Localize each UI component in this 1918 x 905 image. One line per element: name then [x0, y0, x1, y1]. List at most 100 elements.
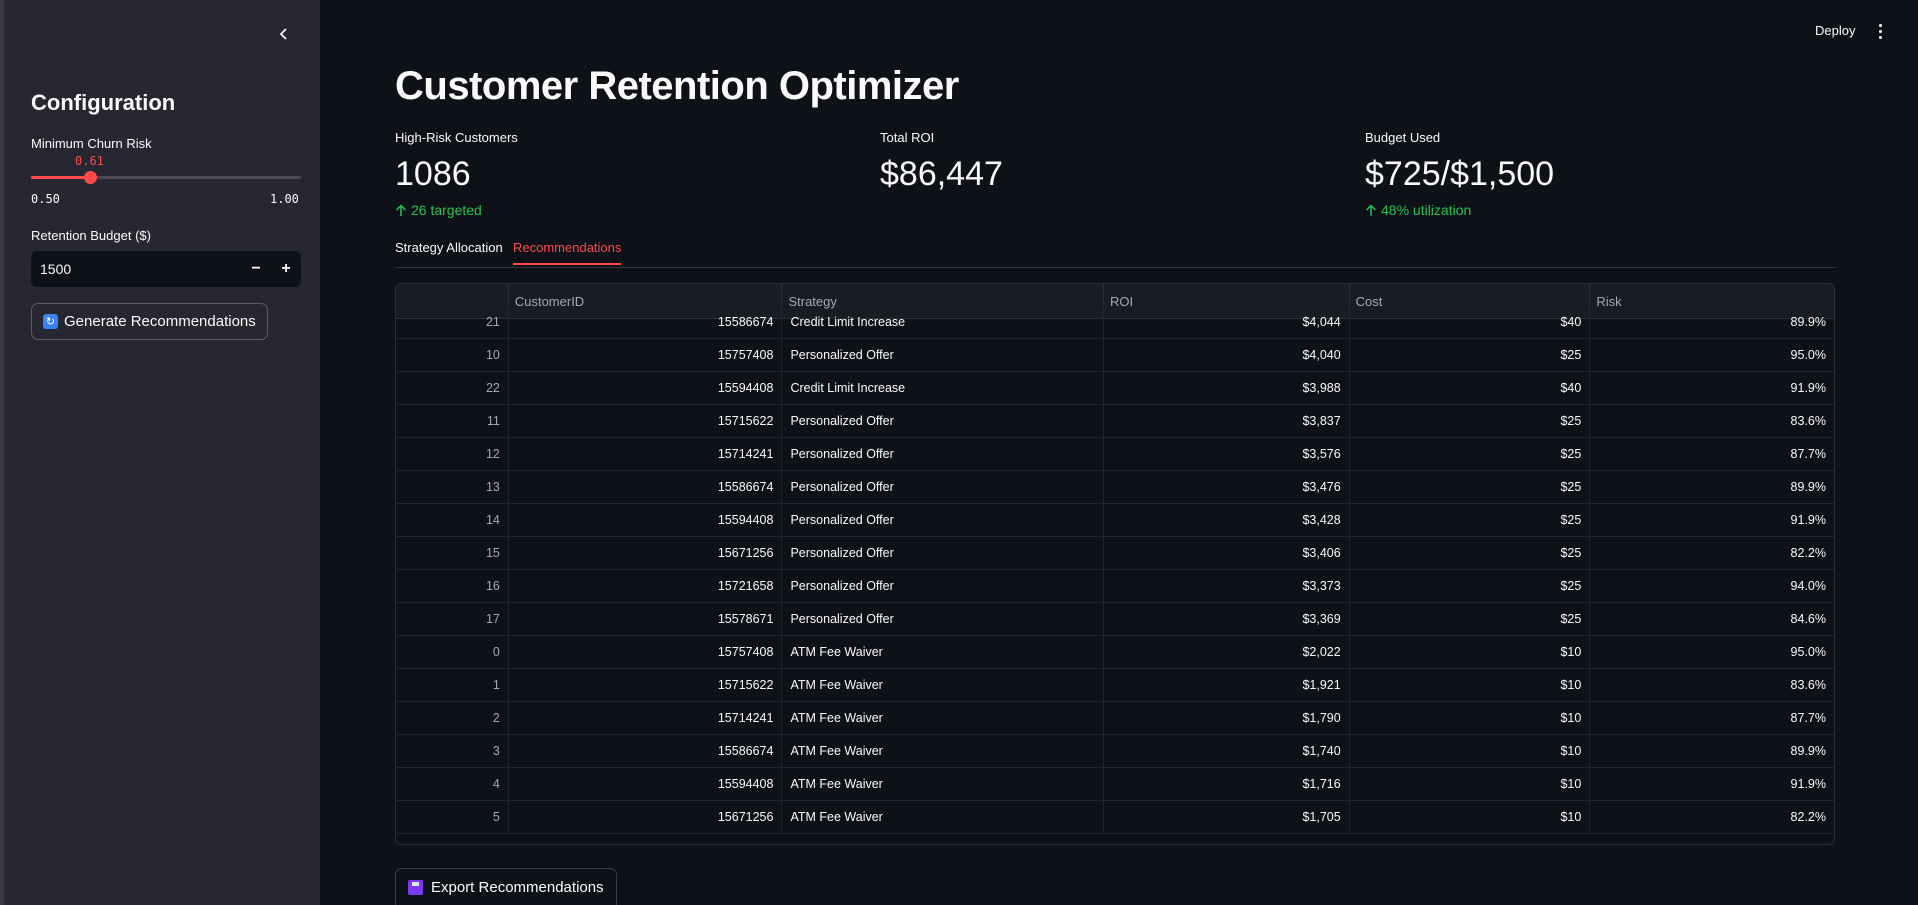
row-index[interactable]: 3	[396, 735, 509, 768]
table-row[interactable]: 5 15671256 ATM Fee Waiver $1,705 $10 82.2%	[396, 801, 1834, 834]
strategy-cell[interactable]: ATM Fee Waiver	[782, 669, 1105, 702]
row-index[interactable]: 14	[396, 504, 509, 537]
strategy-cell[interactable]: Credit Limit Increase	[782, 306, 1105, 339]
deploy-button[interactable]: Deploy	[1815, 23, 1855, 38]
customer-id-cell[interactable]: 15594408	[509, 768, 783, 801]
row-index[interactable]: 12	[396, 438, 509, 471]
customer-id-cell[interactable]: 15578671	[509, 603, 783, 636]
risk-cell[interactable]: 82.2%	[1590, 537, 1834, 570]
row-index[interactable]: 10	[396, 339, 509, 372]
customer-id-cell[interactable]: 15671256	[509, 801, 783, 834]
strategy-cell[interactable]: Personalized Offer	[782, 570, 1105, 603]
row-index[interactable]: 15	[396, 537, 509, 570]
roi-cell[interactable]: $4,040	[1104, 339, 1350, 372]
roi-cell[interactable]: $1,705	[1104, 801, 1350, 834]
strategy-cell[interactable]: ATM Fee Waiver	[782, 735, 1105, 768]
customer-id-cell[interactable]: 15586674	[509, 306, 783, 339]
strategy-cell[interactable]: Personalized Offer	[782, 504, 1105, 537]
churn-slider-thumb[interactable]	[84, 171, 98, 184]
roi-cell[interactable]: $1,716	[1104, 768, 1350, 801]
customer-id-cell[interactable]: 15714241	[509, 702, 783, 735]
row-index[interactable]: 2	[396, 702, 509, 735]
row-index[interactable]: 13	[396, 471, 509, 504]
customer-id-cell[interactable]: 15586674	[509, 471, 783, 504]
customer-id-cell[interactable]: 15715622	[509, 405, 783, 438]
risk-cell[interactable]: 89.9%	[1590, 471, 1834, 504]
customer-id-cell[interactable]: 15586674	[509, 735, 783, 768]
risk-cell[interactable]: 95.0%	[1590, 339, 1834, 372]
risk-cell[interactable]: 84.6%	[1590, 603, 1834, 636]
row-index[interactable]: 17	[396, 603, 509, 636]
budget-increment-button[interactable]: +	[271, 251, 301, 287]
table-row[interactable]: 11 15715622 Personalized Offer $3,837 $25 83.…	[396, 405, 1834, 438]
strategy-cell[interactable]: Personalized Offer	[782, 339, 1105, 372]
risk-cell[interactable]: 91.9%	[1590, 768, 1834, 801]
strategy-cell[interactable]: ATM Fee Waiver	[782, 801, 1105, 834]
roi-cell[interactable]: $1,790	[1104, 702, 1350, 735]
risk-cell[interactable]: 89.9%	[1590, 735, 1834, 768]
table-row[interactable]: 2 15714241 ATM Fee Waiver $1,790 $10 87.7%	[396, 702, 1834, 735]
strategy-cell[interactable]: ATM Fee Waiver	[782, 768, 1105, 801]
cost-cell[interactable]: $25	[1350, 405, 1591, 438]
customer-id-cell[interactable]: 15594408	[509, 372, 783, 405]
table-row[interactable]: 17 15578671 Personalized Offer $3,369 $25 84.…	[396, 603, 1834, 636]
cost-cell[interactable]: $40	[1350, 372, 1591, 405]
table-row[interactable]: 16 15721658 Personalized Offer $3,373 $25 94.…	[396, 570, 1834, 603]
roi-cell[interactable]: $3,988	[1104, 372, 1350, 405]
roi-cell[interactable]: $1,740	[1104, 735, 1350, 768]
strategy-cell[interactable]: Personalized Offer	[782, 405, 1105, 438]
budget-decrement-button[interactable]: −	[241, 251, 271, 287]
table-row[interactable]: 10 15757408 Personalized Offer $4,040 $25 95.…	[396, 339, 1834, 372]
risk-cell[interactable]: 87.7%	[1590, 438, 1834, 471]
row-index[interactable]: 1	[396, 669, 509, 702]
row-index[interactable]: 5	[396, 801, 509, 834]
tab-recommendations[interactable]: Recommendations	[513, 240, 622, 265]
risk-cell[interactable]: 91.9%	[1590, 372, 1834, 405]
table-row[interactable]: 4 15594408 ATM Fee Waiver $1,716 $10 91.9%	[396, 768, 1834, 801]
collapse-sidebar-button[interactable]	[272, 22, 296, 46]
cost-cell[interactable]: $10	[1350, 636, 1591, 669]
roi-cell[interactable]: $3,476	[1104, 471, 1350, 504]
cost-cell[interactable]: $25	[1350, 438, 1591, 471]
risk-cell[interactable]: 94.0%	[1590, 570, 1834, 603]
table-row[interactable]: 14 15594408 Personalized Offer $3,428 $25 91.…	[396, 504, 1834, 537]
roi-cell[interactable]: $4,044	[1104, 306, 1350, 339]
risk-cell[interactable]: 83.6%	[1590, 405, 1834, 438]
row-index[interactable]: 22	[396, 372, 509, 405]
export-recommendations-button[interactable]: Export Recommendations	[395, 868, 617, 905]
roi-cell[interactable]: $1,921	[1104, 669, 1350, 702]
risk-cell[interactable]: 83.6%	[1590, 669, 1834, 702]
row-index[interactable]: 4	[396, 768, 509, 801]
budget-input[interactable]	[31, 261, 241, 277]
roi-cell[interactable]: $3,576	[1104, 438, 1350, 471]
table-row[interactable]: 12 15714241 Personalized Offer $3,576 $25 87.…	[396, 438, 1834, 471]
cost-cell[interactable]: $25	[1350, 471, 1591, 504]
risk-cell[interactable]: 89.9%	[1590, 306, 1834, 339]
strategy-cell[interactable]: ATM Fee Waiver	[782, 702, 1105, 735]
cost-cell[interactable]: $10	[1350, 768, 1591, 801]
table-row[interactable]: 3 15586674 ATM Fee Waiver $1,740 $10 89.9%	[396, 735, 1834, 768]
customer-id-cell[interactable]: 15715622	[509, 669, 783, 702]
roi-cell[interactable]: $2,022	[1104, 636, 1350, 669]
customer-id-cell[interactable]: 15714241	[509, 438, 783, 471]
cost-cell[interactable]: $25	[1350, 339, 1591, 372]
table-row[interactable]: 0 15757408 ATM Fee Waiver $2,022 $10 95.0%	[396, 636, 1834, 669]
kebab-menu-icon[interactable]	[1872, 20, 1888, 42]
row-index[interactable]: 16	[396, 570, 509, 603]
cost-cell[interactable]: $25	[1350, 504, 1591, 537]
row-index[interactable]: 21	[396, 306, 509, 339]
risk-cell[interactable]: 91.9%	[1590, 504, 1834, 537]
cost-cell[interactable]: $25	[1350, 537, 1591, 570]
table-row[interactable]: 1 15715622 ATM Fee Waiver $1,921 $10 83.6%	[396, 669, 1834, 702]
cost-cell[interactable]: $10	[1350, 669, 1591, 702]
table-row[interactable]: 21 15586674 Credit Limit Increase $4,044 $40…	[396, 306, 1834, 339]
tab-strategy-allocation[interactable]: Strategy Allocation	[395, 240, 503, 263]
table-row[interactable]: 22 15594408 Credit Limit Increase $3,988 $40…	[396, 372, 1834, 405]
risk-cell[interactable]: 82.2%	[1590, 801, 1834, 834]
customer-id-cell[interactable]: 15671256	[509, 537, 783, 570]
recommendations-table[interactable]: CustomerID Strategy ROI Cost Risk 21 1558…	[395, 283, 1835, 845]
strategy-cell[interactable]: Personalized Offer	[782, 537, 1105, 570]
roi-cell[interactable]: $3,837	[1104, 405, 1350, 438]
risk-cell[interactable]: 87.7%	[1590, 702, 1834, 735]
roi-cell[interactable]: $3,373	[1104, 570, 1350, 603]
